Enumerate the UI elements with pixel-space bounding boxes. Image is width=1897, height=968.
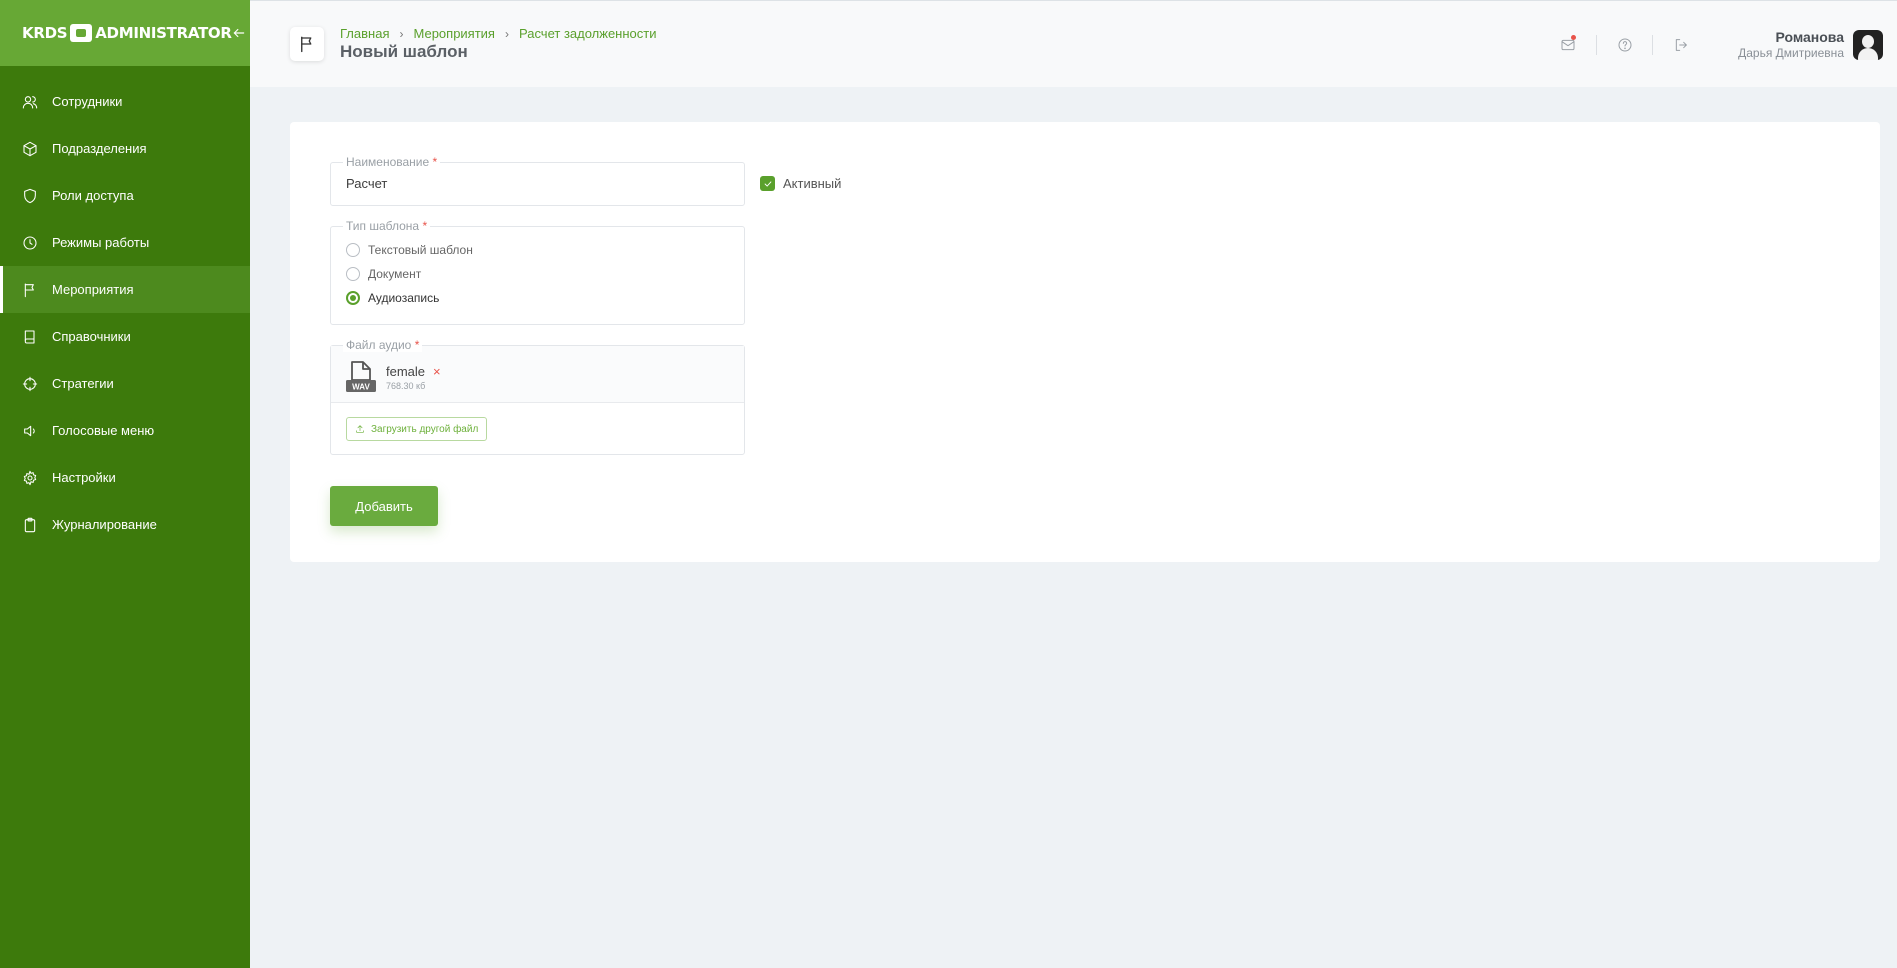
breadcrumb-home[interactable]: Главная	[340, 26, 389, 41]
audio-file-label-text: Файл аудио	[346, 338, 412, 352]
radio-label: Документ	[368, 267, 422, 281]
audio-file-label: Файл аудио *	[343, 338, 423, 352]
sidebar-item-events[interactable]: Мероприятия	[0, 266, 250, 313]
logout-button[interactable]	[1652, 34, 1708, 55]
sidebar-item-work-modes[interactable]: Режимы работы	[0, 219, 250, 266]
radio-document[interactable]: Документ	[346, 267, 421, 281]
name-field-label: Наименование *	[343, 155, 441, 169]
speaker-icon	[22, 423, 38, 439]
radio-circle-icon	[346, 267, 360, 281]
required-mark: *	[432, 155, 438, 169]
notification-dot	[1571, 34, 1577, 40]
breadcrumb-debt-calculation[interactable]: Расчет задолженности	[519, 26, 657, 41]
help-icon	[1618, 38, 1632, 51]
add-button[interactable]: Добавить	[330, 486, 438, 526]
page-title: Новый шаблон	[340, 42, 468, 61]
sidebar: KRDS ADMINISTRATOR Сотрудники Подразделе…	[0, 0, 250, 968]
sidebar-item-label: Справочники	[52, 329, 131, 344]
radio-label: Аудиозапись	[368, 291, 440, 305]
radio-audio-record[interactable]: Аудиозапись	[346, 291, 439, 305]
help-button[interactable]	[1596, 34, 1652, 55]
upload-another-file-button[interactable]: Загрузить другой файл	[346, 417, 488, 441]
file-ext: WAV	[352, 383, 370, 392]
file-name: female	[386, 364, 426, 379]
clock-icon	[22, 235, 38, 251]
audio-file-field: Файл аудио * WAV female × 768.30 кб Загр…	[330, 338, 745, 455]
clipboard-icon	[22, 517, 38, 533]
logo-mark-icon	[70, 24, 93, 42]
upload-button-label: Загрузить другой файл	[371, 423, 479, 435]
logo[interactable]: KRDS ADMINISTRATOR	[22, 24, 232, 42]
radio-text-template[interactable]: Текстовый шаблон	[346, 243, 473, 257]
sidebar-item-directories[interactable]: Справочники	[0, 313, 250, 360]
template-type-label: Тип шаблона *	[343, 219, 431, 233]
avatar	[1853, 29, 1883, 60]
sidebar-item-label: Стратегии	[52, 376, 114, 391]
sidebar-item-employees[interactable]: Сотрудники	[0, 78, 250, 125]
required-mark: *	[414, 338, 420, 352]
sidebar-item-access-roles[interactable]: Роли доступа	[0, 172, 250, 219]
sidebar-item-label: Настройки	[52, 470, 116, 485]
sidebar-item-label: Роли доступа	[52, 188, 134, 203]
radio-label: Текстовый шаблон	[368, 243, 473, 257]
sidebar-item-label: Мероприятия	[52, 282, 134, 297]
form-card: Наименование * Активный Тип шаблона * Те…	[290, 122, 1880, 562]
sidebar-item-strategies[interactable]: Стратегии	[0, 360, 250, 407]
sidebar-item-voice-menus[interactable]: Голосовые меню	[0, 407, 250, 454]
cube-icon	[22, 141, 38, 157]
name-label-text: Наименование	[346, 155, 430, 169]
sidebar-item-departments[interactable]: Подразделения	[0, 125, 250, 172]
breadcrumb-events[interactable]: Мероприятия	[413, 26, 495, 41]
header-tools: Романова Дарья Дмитриевна	[1540, 1, 1897, 88]
collapse-sidebar-button[interactable]	[232, 23, 246, 43]
flag-icon	[22, 282, 38, 298]
upload-icon	[356, 425, 364, 433]
user-names: Романова Дарья Дмитриевна	[1738, 29, 1844, 60]
breadcrumb-separator-icon: ›	[504, 26, 509, 41]
logout-icon	[1675, 38, 1687, 51]
file-size: 768.30 кб	[386, 381, 426, 391]
template-type-label-text: Тип шаблона	[346, 219, 420, 233]
sidebar-item-label: Подразделения	[52, 141, 147, 156]
sidebar-item-label: Сотрудники	[52, 94, 123, 109]
messages-button[interactable]	[1540, 34, 1596, 55]
sidebar-item-label: Режимы работы	[52, 235, 150, 250]
radio-circle-checked-icon	[346, 291, 360, 305]
breadcrumb: Главная › Мероприятия › Расчет задолженн…	[340, 26, 656, 41]
sidebar-item-logging[interactable]: Журналирование	[0, 501, 250, 548]
user-first-name: Дарья Дмитриевна	[1738, 46, 1844, 60]
logo-text-right: ADMINISTRATOR	[95, 24, 232, 42]
radio-circle-icon	[346, 243, 360, 257]
user-profile[interactable]: Романова Дарья Дмитриевна	[1738, 29, 1883, 60]
breadcrumb-separator-icon: ›	[399, 26, 404, 41]
crosshair-icon	[22, 376, 38, 392]
gear-icon	[22, 470, 38, 486]
active-checkbox-label: Активный	[783, 176, 842, 191]
user-last-name: Романова	[1775, 29, 1844, 45]
template-type-field: Тип шаблона * Текстовый шаблон Документ …	[330, 219, 745, 325]
uploaded-file: WAV female × 768.30 кб	[331, 346, 744, 403]
logo-text-left: KRDS	[22, 24, 68, 42]
sidebar-item-label: Голосовые меню	[52, 423, 155, 438]
book-icon	[22, 329, 38, 345]
users-icon	[22, 94, 38, 110]
arrow-left-icon	[233, 28, 244, 38]
sidebar-item-label: Журналирование	[52, 517, 157, 532]
page-flag-icon	[290, 27, 324, 61]
sidebar-item-settings[interactable]: Настройки	[0, 454, 250, 501]
name-input[interactable]	[346, 176, 726, 191]
shield-icon	[22, 188, 38, 204]
active-checkbox[interactable]: Активный	[760, 176, 841, 191]
top-header: Главная › Мероприятия › Расчет задолженн…	[250, 0, 1897, 87]
sidebar-header: KRDS ADMINISTRATOR	[0, 0, 250, 66]
file-name-row: female ×	[386, 364, 441, 379]
required-mark: *	[422, 219, 428, 233]
name-field: Наименование *	[330, 155, 745, 206]
sidebar-nav: Сотрудники Подразделения Роли доступа Ре…	[0, 66, 250, 548]
wav-file-icon: WAV	[346, 361, 376, 392]
check-icon	[760, 176, 775, 191]
remove-file-button[interactable]: ×	[433, 364, 441, 379]
